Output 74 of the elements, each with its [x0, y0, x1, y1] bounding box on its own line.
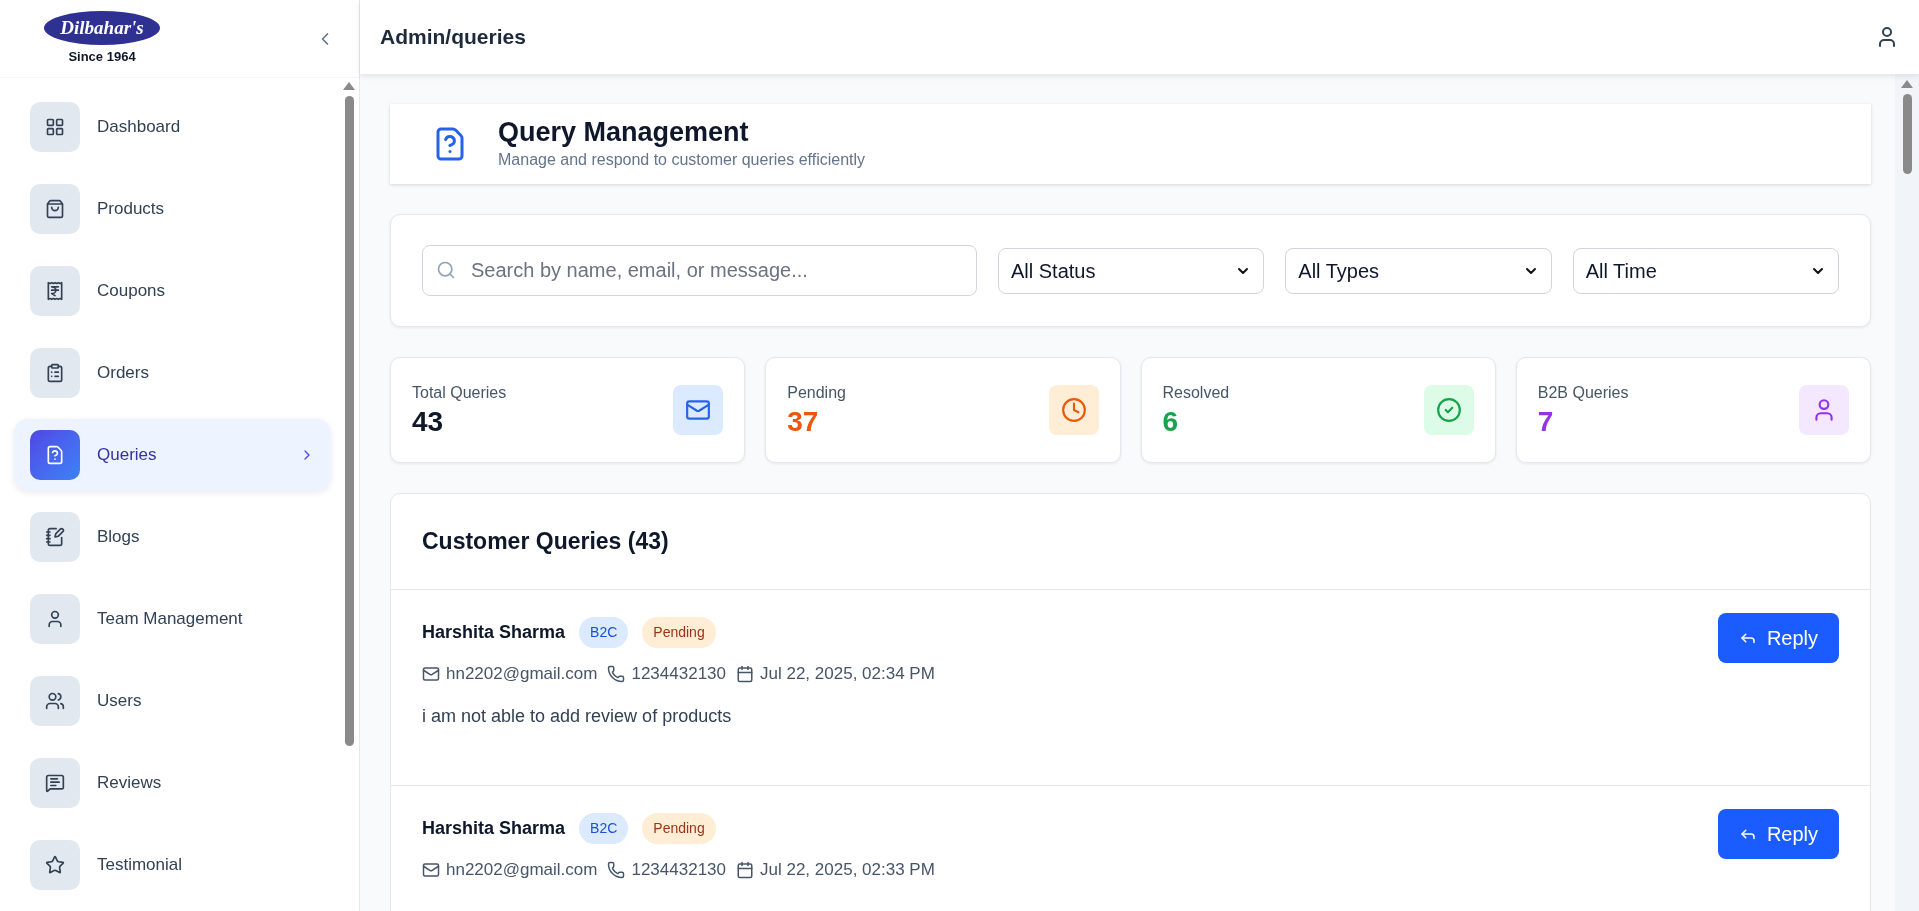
customer-phone: 1234432130: [631, 859, 726, 881]
query-date: Jul 22, 2025, 02:33 PM: [760, 859, 935, 881]
sidebar-item[interactable]: Products: [14, 173, 331, 245]
search-icon: [436, 260, 456, 280]
question-file-icon: [45, 445, 65, 465]
clock-icon: [1060, 397, 1087, 423]
query-tag: B2C: [579, 617, 629, 648]
stat-label: Pending: [787, 383, 846, 403]
customer-email: hn2202@gmail.com: [446, 859, 598, 881]
sidebar-item[interactable]: Blogs: [14, 501, 331, 573]
clipboard-icon: [45, 363, 65, 383]
sidebar-item[interactable]: Orders: [14, 337, 331, 409]
grid-icon: [45, 117, 65, 137]
stat-label: B2B Queries: [1537, 383, 1629, 403]
sidebar-item[interactable]: Testimonial: [14, 829, 331, 901]
sidebar-item[interactable]: Reviews: [14, 747, 331, 819]
sidebar-item-label: Orders: [97, 362, 150, 385]
phone-icon: [607, 664, 626, 683]
sidebar-item[interactable]: Users: [14, 665, 331, 737]
stat-label: Resolved: [1162, 383, 1230, 403]
sidebar-item-label: Blogs: [97, 526, 141, 549]
sidebar-item-label: Reviews: [97, 772, 163, 795]
filter-dropdown[interactable]: All Status: [998, 247, 1265, 294]
sidebar-item-label: Coupons: [97, 280, 167, 303]
sidebar-item-label: Queries: [97, 444, 158, 467]
mail-icon: [685, 397, 712, 423]
page-title: Query Management: [498, 116, 750, 148]
mail-icon: [422, 664, 440, 683]
logo-tagline: Since 1964: [68, 47, 136, 66]
calendar-icon: [736, 860, 754, 879]
scrollbar[interactable]: [1895, 74, 1919, 911]
customer-phone: 1234432130: [631, 663, 726, 685]
reply-button[interactable]: Reply: [1718, 809, 1839, 859]
user-icon: [45, 609, 65, 629]
stat-label: Total Queries: [412, 383, 507, 403]
sidebar-item[interactable]: Dashboard: [14, 91, 331, 163]
receipt-icon: [45, 281, 65, 301]
query-date: Jul 22, 2025, 02:34 PM: [760, 663, 935, 685]
sidebar-item-label: Testimonial: [97, 854, 184, 877]
check-circle-icon: [1435, 397, 1462, 423]
stat-value: 37: [787, 405, 820, 439]
sidebar-item-label: Team Management: [97, 608, 244, 631]
notebook-icon: [45, 527, 65, 547]
reply-button[interactable]: Reply: [1718, 613, 1839, 663]
search-field[interactable]: Search by name, email, or message...: [422, 245, 977, 296]
phone-icon: [607, 860, 626, 879]
customer-name: Harshita Sharma: [422, 621, 566, 644]
mail-icon: [422, 860, 440, 879]
calendar-icon: [736, 664, 754, 683]
stat-value: 6: [1162, 405, 1180, 439]
breadcrumb: Admin/queries: [380, 24, 526, 51]
sidebar-item[interactable]: Queries: [14, 419, 331, 491]
star-icon: [45, 855, 65, 875]
page-subtitle: Manage and respond to customer queries efficiently: [498, 150, 866, 170]
sidebar-item[interactable]: Coupons: [14, 255, 331, 327]
sidebar-item-label: Users: [97, 690, 143, 713]
customer-name: Harshita Sharma: [422, 817, 566, 840]
bag-icon: [45, 199, 65, 219]
query-tag: Pending: [642, 813, 716, 844]
logo: Dilbahar's: [44, 10, 160, 45]
customer-email: hn2202@gmail.com: [446, 663, 598, 685]
users-icon: [45, 691, 65, 711]
sidebar-item-label: Dashboard: [97, 116, 182, 139]
queries-title: Customer Queries (43): [422, 527, 669, 557]
query-message: i am not able to add review of products: [422, 704, 733, 728]
query-tag: B2C: [579, 813, 629, 844]
sidebar-item-label: Products: [97, 198, 166, 221]
filter-dropdown[interactable]: All Time: [1572, 247, 1839, 294]
stat-value: 7: [1537, 405, 1555, 439]
query-tag: Pending: [642, 617, 716, 648]
stat-value: 43: [412, 405, 445, 439]
message-icon: [45, 773, 65, 793]
filter-dropdown[interactable]: All Types: [1285, 247, 1552, 294]
sidebar-item[interactable]: Team Management: [14, 583, 331, 655]
